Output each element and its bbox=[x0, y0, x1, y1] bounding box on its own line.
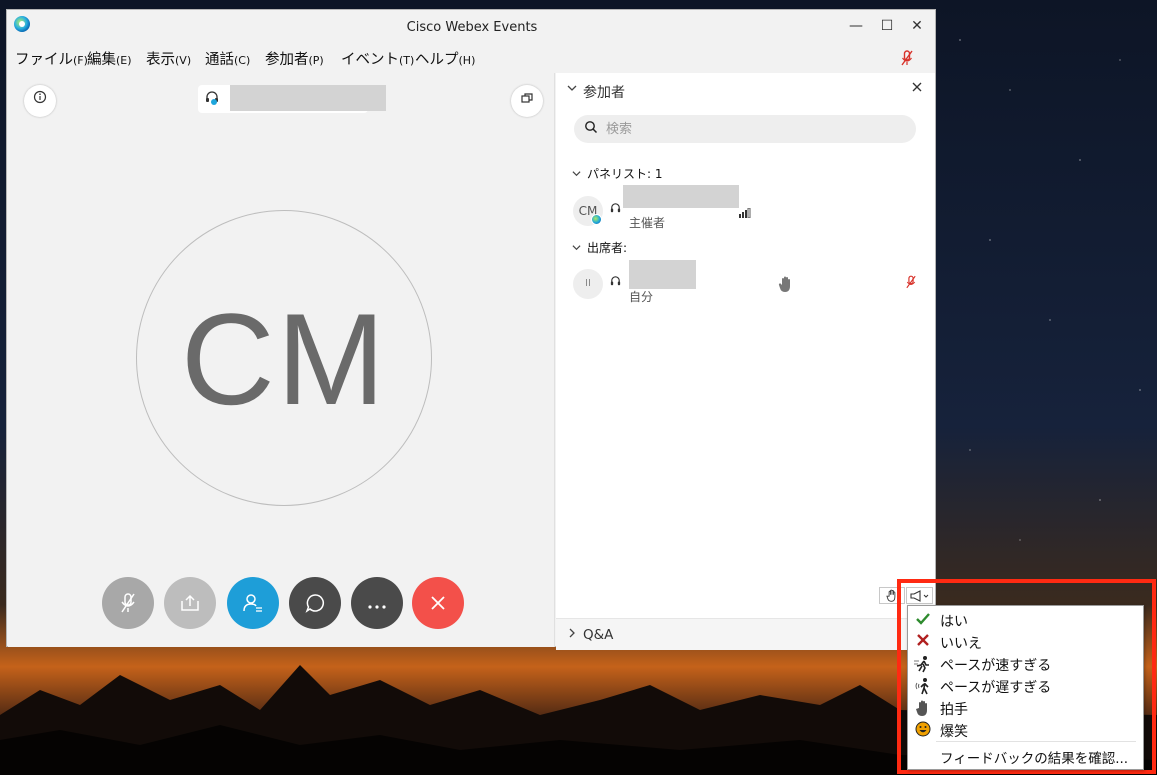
panelists-section-header[interactable]: パネリスト: 1 bbox=[571, 165, 663, 182]
window-title: Cisco Webex Events bbox=[406, 20, 538, 35]
popout-button[interactable] bbox=[511, 85, 543, 117]
participant-row[interactable]: II 自分 bbox=[556, 260, 935, 305]
signal-strength-icon bbox=[739, 207, 751, 221]
participants-panel-header[interactable]: 参加者 bbox=[556, 73, 935, 109]
title-bar: Cisco Webex Events — ☐ ✕ bbox=[7, 10, 935, 42]
info-icon bbox=[33, 90, 47, 104]
participant-role: 自分 bbox=[629, 290, 654, 304]
share-button[interactable] bbox=[164, 577, 216, 629]
qa-label: Q&A bbox=[583, 627, 614, 643]
chevron-right-icon bbox=[567, 627, 577, 642]
speaker-initials: CM bbox=[180, 286, 388, 432]
webex-window: Cisco Webex Events — ☐ ✕ ファイル(F) 編集(E) 表… bbox=[6, 9, 936, 650]
clap-hands-icon bbox=[914, 699, 932, 717]
active-speaker-label bbox=[198, 85, 386, 113]
menu-bar: ファイル(F) 編集(E) 表示(V) 通話(C) 参加者(P) イベント(T)… bbox=[7, 44, 935, 72]
speaker-avatar: CM bbox=[136, 210, 432, 506]
redacted-name bbox=[623, 185, 739, 208]
menu-call[interactable]: 通話(C) bbox=[205, 48, 250, 69]
feedback-laughter-item[interactable]: 爆笑 bbox=[908, 719, 1143, 741]
running-man-icon bbox=[914, 655, 932, 673]
feedback-no-item[interactable]: いいえ bbox=[908, 631, 1143, 653]
menu-help[interactable]: ヘルプ(H) bbox=[415, 48, 475, 69]
maximize-button[interactable]: ☐ bbox=[874, 16, 900, 36]
video-stage: CM bbox=[8, 73, 555, 647]
chevron-down-icon bbox=[571, 242, 587, 255]
search-input[interactable] bbox=[606, 119, 896, 139]
walking-man-icon bbox=[914, 677, 932, 695]
share-icon bbox=[181, 594, 199, 611]
headset-icon bbox=[609, 275, 622, 291]
participants-panel: 参加者 パネリスト: 1 CM 主催者 bbox=[556, 73, 935, 650]
feedback-too-fast-item[interactable]: ペースが速すぎる bbox=[908, 653, 1143, 675]
feedback-menu: はい いいえ ペースが速すぎる ペースが遅すぎる 拍手 爆笑 フィードバックの結… bbox=[907, 605, 1144, 770]
menu-edit[interactable]: 編集(E) bbox=[87, 48, 132, 69]
menu-separator bbox=[936, 741, 1136, 742]
feedback-yes-item[interactable]: はい bbox=[908, 609, 1143, 631]
attendees-section-header[interactable]: 出席者: bbox=[571, 239, 627, 256]
menu-event[interactable]: イベント(T) bbox=[341, 48, 414, 69]
headset-icon bbox=[204, 90, 220, 110]
headset-icon bbox=[609, 202, 622, 218]
popout-icon bbox=[521, 93, 533, 103]
chevron-down-icon bbox=[571, 168, 587, 181]
menu-view[interactable]: 表示(V) bbox=[146, 48, 191, 69]
raised-hand-icon[interactable] bbox=[778, 275, 794, 297]
muted-mic-icon[interactable] bbox=[906, 275, 916, 293]
menu-file[interactable]: ファイル(F) bbox=[15, 48, 88, 69]
menu-participants[interactable]: 参加者(P) bbox=[265, 48, 324, 69]
close-window-button[interactable]: ✕ bbox=[904, 16, 930, 36]
check-icon bbox=[914, 611, 932, 629]
feedback-too-slow-item[interactable]: ペースが遅すぎる bbox=[908, 675, 1143, 697]
redacted-name bbox=[230, 85, 386, 111]
panel-title: 参加者 bbox=[583, 85, 625, 101]
cross-icon bbox=[914, 633, 932, 651]
close-icon bbox=[912, 82, 922, 92]
leave-button[interactable] bbox=[412, 577, 464, 629]
muted-mic-icon[interactable] bbox=[901, 50, 913, 70]
participants-button[interactable] bbox=[227, 577, 279, 629]
close-icon bbox=[431, 596, 445, 610]
redacted-name bbox=[629, 260, 696, 289]
participants-icon bbox=[243, 594, 262, 612]
laugh-face-icon bbox=[914, 721, 932, 739]
participant-row[interactable]: CM 主催者 bbox=[556, 185, 935, 232]
chat-button[interactable] bbox=[289, 577, 341, 629]
info-button[interactable] bbox=[24, 85, 56, 117]
chat-bubble-icon bbox=[305, 594, 325, 613]
muted-mic-icon bbox=[121, 593, 135, 613]
chevron-down-icon[interactable] bbox=[566, 82, 578, 96]
qa-panel-header[interactable]: Q&A bbox=[556, 618, 935, 650]
avatar: II bbox=[573, 269, 603, 299]
close-panel-button[interactable] bbox=[911, 81, 923, 97]
participant-role: 主催者 bbox=[629, 216, 666, 230]
minimize-button[interactable]: — bbox=[843, 16, 869, 36]
feedback-applause-item[interactable]: 拍手 bbox=[908, 697, 1143, 719]
participant-search[interactable] bbox=[574, 115, 916, 143]
webex-badge-icon bbox=[591, 214, 602, 225]
mute-button[interactable] bbox=[102, 577, 154, 629]
feedback-results-item[interactable]: フィードバックの結果を確認... bbox=[908, 745, 1143, 767]
search-icon bbox=[584, 120, 598, 138]
ellipsis-icon bbox=[368, 605, 386, 609]
more-options-button[interactable] bbox=[351, 577, 403, 629]
